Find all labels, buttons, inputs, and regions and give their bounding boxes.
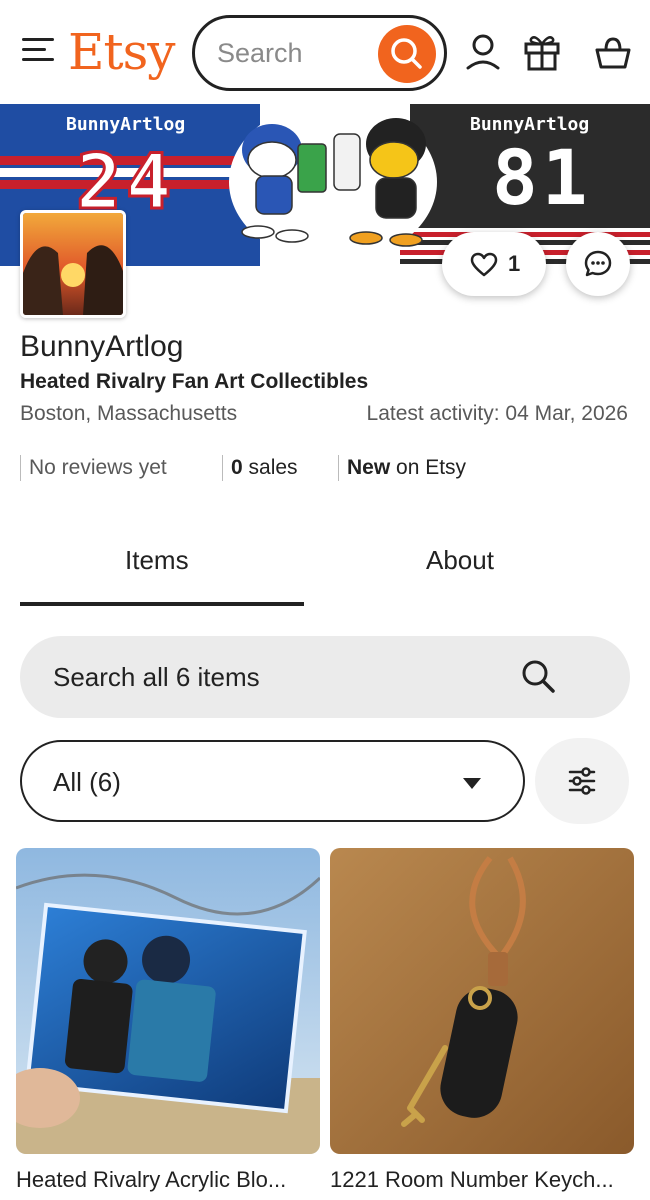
chat-bubble-icon xyxy=(584,250,612,277)
banner-left-number: 24 xyxy=(75,137,176,226)
listing-card[interactable]: Heated Rivalry Acrylic Blo... xyxy=(16,848,320,1193)
banner-right-name: BunnyArtlog xyxy=(470,114,590,135)
sales-count: 0 xyxy=(231,456,243,479)
category-select-value: All (6) xyxy=(53,767,121,797)
active-tab-indicator xyxy=(20,602,304,606)
listing-card[interactable]: 1221 Room Number Keych... xyxy=(330,848,634,1193)
sales-label: sales xyxy=(242,456,298,479)
listing-title[interactable]: Heated Rivalry Acrylic Blo... xyxy=(16,1167,320,1193)
menu-icon[interactable] xyxy=(22,38,54,66)
search-button[interactable] xyxy=(378,25,436,83)
filter-button[interactable] xyxy=(535,738,629,824)
sliders-icon xyxy=(568,767,596,795)
banner-left-name: BunnyArtlog xyxy=(66,114,186,135)
shop-avatar[interactable] xyxy=(20,210,126,318)
listing-title[interactable]: 1221 Room Number Keych... xyxy=(330,1167,634,1193)
shop-search-placeholder: Search all 6 items xyxy=(53,662,260,692)
banner-right-number: 81 xyxy=(492,133,592,222)
gift-icon[interactable] xyxy=(522,30,562,74)
search-placeholder: Search xyxy=(217,38,303,68)
tab-about[interactable]: About xyxy=(426,545,494,576)
top-header: Etsy Search xyxy=(0,0,650,104)
new-on-etsy-stat: New on Etsy xyxy=(338,455,466,481)
category-select[interactable]: All (6) xyxy=(20,740,525,822)
chevron-down-icon xyxy=(463,778,481,789)
reviews-stat[interactable]: No reviews yet xyxy=(20,455,167,481)
tab-items[interactable]: Items xyxy=(125,545,189,576)
sales-stat: 0 sales xyxy=(222,455,298,481)
account-icon[interactable] xyxy=(463,30,503,74)
listing-image[interactable] xyxy=(330,848,634,1154)
cart-icon[interactable] xyxy=(593,30,633,74)
search-icon[interactable] xyxy=(520,658,558,696)
shop-tagline: Heated Rivalry Fan Art Collectibles xyxy=(20,370,369,393)
search-input[interactable]: Search xyxy=(192,15,447,91)
shop-name: BunnyArtlog xyxy=(20,330,184,363)
favorite-shop-button[interactable]: 1 xyxy=(442,232,546,296)
new-badge-text: New xyxy=(347,456,391,479)
shop-location: Boston, Massachusetts xyxy=(20,402,238,425)
listing-image[interactable] xyxy=(16,848,320,1154)
shop-search-input[interactable]: Search all 6 items xyxy=(20,636,630,718)
heart-icon xyxy=(470,252,498,277)
message-shop-button[interactable] xyxy=(566,232,630,296)
mascot-illustration xyxy=(229,104,437,254)
etsy-logo[interactable]: Etsy xyxy=(68,22,175,82)
latest-activity: Latest activity: 04 Mar, 2026 xyxy=(366,402,628,425)
search-icon xyxy=(391,38,422,69)
new-on-etsy-label: on Etsy xyxy=(390,456,467,479)
favorite-count: 1 xyxy=(508,251,521,276)
